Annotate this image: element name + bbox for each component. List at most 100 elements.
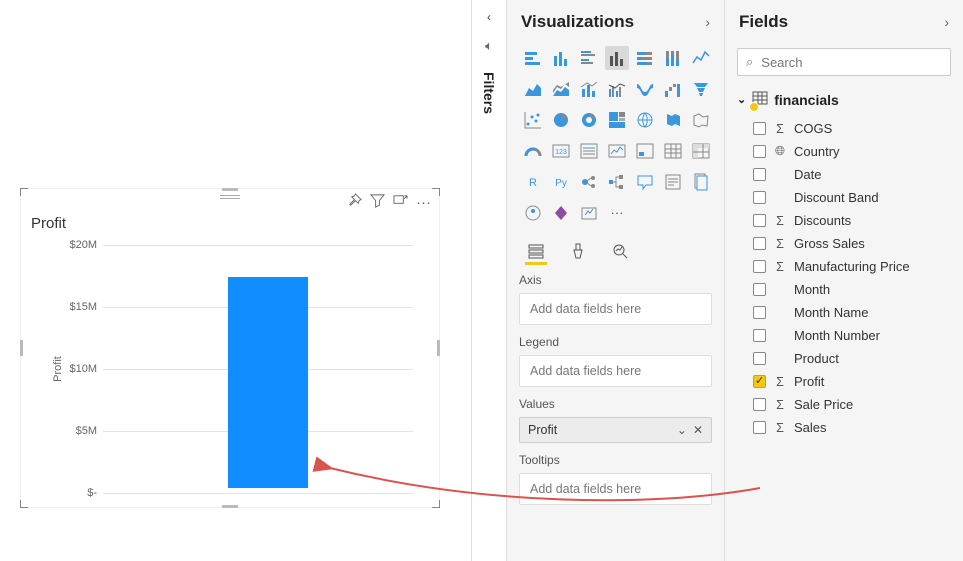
viz-powerapps-icon[interactable]: [549, 201, 573, 225]
fields-search[interactable]: ⌕ Search: [737, 48, 951, 76]
resize-handle-bl[interactable]: [20, 500, 28, 508]
viz-funnel-icon[interactable]: [689, 77, 713, 101]
field-row[interactable]: 🌐︎Country: [725, 140, 963, 163]
viz-map-icon[interactable]: [633, 108, 657, 132]
field-checkbox[interactable]: [753, 168, 766, 181]
resize-handle-b[interactable]: [222, 505, 238, 508]
viz-ribbon-icon[interactable]: [633, 77, 657, 101]
viz-stacked-area-icon[interactable]: [549, 77, 573, 101]
viz-stacked-column-icon[interactable]: [549, 46, 573, 70]
viz-100-stacked-column-icon[interactable]: [661, 46, 685, 70]
viz-donut-icon[interactable]: [577, 108, 601, 132]
viz-line-stacked-column-icon[interactable]: [577, 77, 601, 101]
chevron-right-icon[interactable]: ›: [944, 14, 949, 30]
well-values-chip[interactable]: Profit ⌄ ✕: [519, 417, 712, 443]
field-row[interactable]: Month Number: [725, 324, 963, 347]
table-header[interactable]: ⌄ financials: [725, 86, 963, 117]
resize-handle-t[interactable]: [222, 188, 238, 191]
field-row[interactable]: ΣManufacturing Price: [725, 255, 963, 278]
chevron-down-icon[interactable]: ⌄: [677, 423, 687, 437]
viz-scatter-icon[interactable]: [521, 108, 545, 132]
remove-field-icon[interactable]: ✕: [693, 423, 703, 437]
field-checkbox[interactable]: [753, 122, 766, 135]
field-row[interactable]: ΣGross Sales: [725, 232, 963, 255]
chart-visual[interactable]: ··· Profit Profit $20M $15M $10M $5M $-: [20, 188, 440, 508]
well-tooltips-dropzone[interactable]: Add data fields here: [519, 473, 712, 505]
field-row[interactable]: Product: [725, 347, 963, 370]
viz-r-script-icon[interactable]: R: [521, 170, 545, 194]
viz-get-more-icon[interactable]: ···: [605, 201, 629, 225]
chevron-left-icon[interactable]: ‹: [487, 10, 491, 24]
speaker-icon[interactable]: 🔈︎: [485, 38, 493, 54]
viz-line-clustered-column-icon[interactable]: [605, 77, 629, 101]
field-row[interactable]: ΣDiscounts: [725, 209, 963, 232]
field-row[interactable]: Date: [725, 163, 963, 186]
viz-clustered-column-icon[interactable]: [605, 46, 629, 70]
viz-python-icon[interactable]: Py: [549, 170, 573, 194]
viz-clustered-bar-icon[interactable]: [577, 46, 601, 70]
field-checkbox[interactable]: [753, 191, 766, 204]
focus-mode-icon[interactable]: [393, 193, 408, 212]
chevron-right-icon[interactable]: ›: [705, 14, 710, 30]
viz-decomposition-tree-icon[interactable]: [605, 170, 629, 194]
field-row[interactable]: Discount Band: [725, 186, 963, 209]
viz-card-icon[interactable]: 123: [549, 139, 573, 163]
tab-analytics[interactable]: [609, 239, 631, 265]
viz-matrix-icon[interactable]: [689, 139, 713, 163]
viz-pie-icon[interactable]: [549, 108, 573, 132]
viz-treemap-icon[interactable]: [605, 108, 629, 132]
viz-table-icon[interactable]: [661, 139, 685, 163]
field-checkbox[interactable]: [753, 421, 766, 434]
viz-azure-map-icon[interactable]: [577, 201, 601, 225]
viz-filled-map-icon[interactable]: [661, 108, 685, 132]
viz-area-icon[interactable]: [521, 77, 545, 101]
viz-shape-map-icon[interactable]: [689, 108, 713, 132]
viz-stacked-bar-icon[interactable]: [521, 46, 545, 70]
filter-icon[interactable]: [370, 193, 385, 212]
tab-format[interactable]: [567, 239, 589, 265]
viz-gauge-icon[interactable]: [521, 139, 545, 163]
chart-bar[interactable]: [228, 277, 308, 488]
tab-fields[interactable]: [525, 239, 547, 265]
resize-handle-br[interactable]: [432, 500, 440, 508]
viz-waterfall-icon[interactable]: [661, 77, 685, 101]
well-legend-dropzone[interactable]: Add data fields here: [519, 355, 712, 387]
resize-handle-l[interactable]: [20, 340, 23, 356]
field-label: Month Name: [794, 305, 868, 320]
report-canvas[interactable]: ··· Profit Profit $20M $15M $10M $5M $-: [0, 0, 471, 561]
field-checkbox[interactable]: [753, 283, 766, 296]
viz-paginated-icon[interactable]: [689, 170, 713, 194]
viz-key-influencers-icon[interactable]: [577, 170, 601, 194]
resize-handle-tr[interactable]: [432, 188, 440, 196]
viz-line-icon[interactable]: [689, 46, 713, 70]
viz-kpi-icon[interactable]: [605, 139, 629, 163]
field-checkbox[interactable]: [753, 398, 766, 411]
viz-narrative-icon[interactable]: [661, 170, 685, 194]
resize-handle-tl[interactable]: [20, 188, 28, 196]
drag-grip-icon[interactable]: [220, 195, 240, 201]
filters-pane-collapsed[interactable]: ‹ 🔈︎ Filters: [471, 0, 507, 561]
viz-arcgis-icon[interactable]: [521, 201, 545, 225]
field-row[interactable]: Month: [725, 278, 963, 301]
field-row[interactable]: ΣCOGS: [725, 117, 963, 140]
field-checkbox[interactable]: [753, 329, 766, 342]
field-checkbox[interactable]: [753, 145, 766, 158]
well-axis-dropzone[interactable]: Add data fields here: [519, 293, 712, 325]
field-row[interactable]: ΣProfit: [725, 370, 963, 393]
field-checkbox[interactable]: [753, 375, 766, 388]
field-checkbox[interactable]: [753, 214, 766, 227]
viz-qa-icon[interactable]: [633, 170, 657, 194]
field-row[interactable]: ΣSales: [725, 416, 963, 439]
field-checkbox[interactable]: [753, 306, 766, 319]
more-options-icon[interactable]: ···: [416, 194, 431, 211]
resize-handle-r[interactable]: [437, 340, 440, 356]
pin-icon[interactable]: [347, 193, 362, 212]
field-row[interactable]: Month Name: [725, 301, 963, 324]
viz-slicer-icon[interactable]: [633, 139, 657, 163]
field-checkbox[interactable]: [753, 352, 766, 365]
field-row[interactable]: ΣSale Price: [725, 393, 963, 416]
viz-multi-row-card-icon[interactable]: [577, 139, 601, 163]
viz-100-stacked-bar-icon[interactable]: [633, 46, 657, 70]
field-checkbox[interactable]: [753, 260, 766, 273]
field-checkbox[interactable]: [753, 237, 766, 250]
